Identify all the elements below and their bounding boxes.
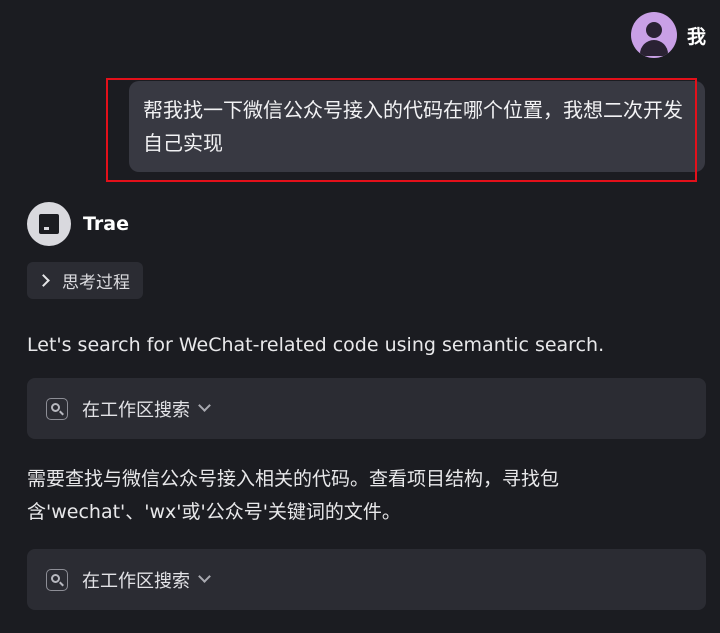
search-lens <box>51 402 60 412</box>
logo-dash <box>44 227 49 230</box>
workspace-search-card-1[interactable]: 在工作区搜索 <box>27 378 706 439</box>
assistant-name: Trae <box>83 213 129 235</box>
assistant-message-1: Let's search for WeChat-related code usi… <box>27 334 605 356</box>
workspace-search-card-2[interactable]: 在工作区搜索 <box>27 549 706 610</box>
trae-logo-icon <box>27 202 71 246</box>
search-handle <box>59 581 64 586</box>
assistant-header: Trae <box>27 202 129 246</box>
avatar-shoulders <box>639 40 668 56</box>
thinking-process-toggle[interactable]: 思考过程 <box>27 262 143 299</box>
user-name: 我 <box>686 25 706 48</box>
search-lens <box>51 573 60 583</box>
workspace-search-label: 在工作区搜索 <box>82 570 190 592</box>
chevron-down-icon <box>198 570 211 583</box>
user-header: 我 <box>630 12 706 58</box>
workspace-search-label: 在工作区搜索 <box>82 399 190 421</box>
chevron-down-icon <box>198 399 211 412</box>
search-icon <box>46 397 68 420</box>
search-icon <box>46 568 68 591</box>
user-message-bubble: 帮我找一下微信公众号接入的代码在哪个位置，我想二次开发自己实现 <box>129 81 705 172</box>
chevron-right-icon <box>37 274 50 287</box>
logo-frame <box>39 214 59 234</box>
assistant-message-2: 需要查找与微信公众号接入相关的代码。查看项目结构，寻找包含'wechat'、'w… <box>27 468 560 523</box>
user-avatar-icon <box>630 12 677 58</box>
search-handle <box>59 410 64 415</box>
avatar-head <box>645 22 662 38</box>
thinking-label: 思考过程 <box>62 273 130 293</box>
